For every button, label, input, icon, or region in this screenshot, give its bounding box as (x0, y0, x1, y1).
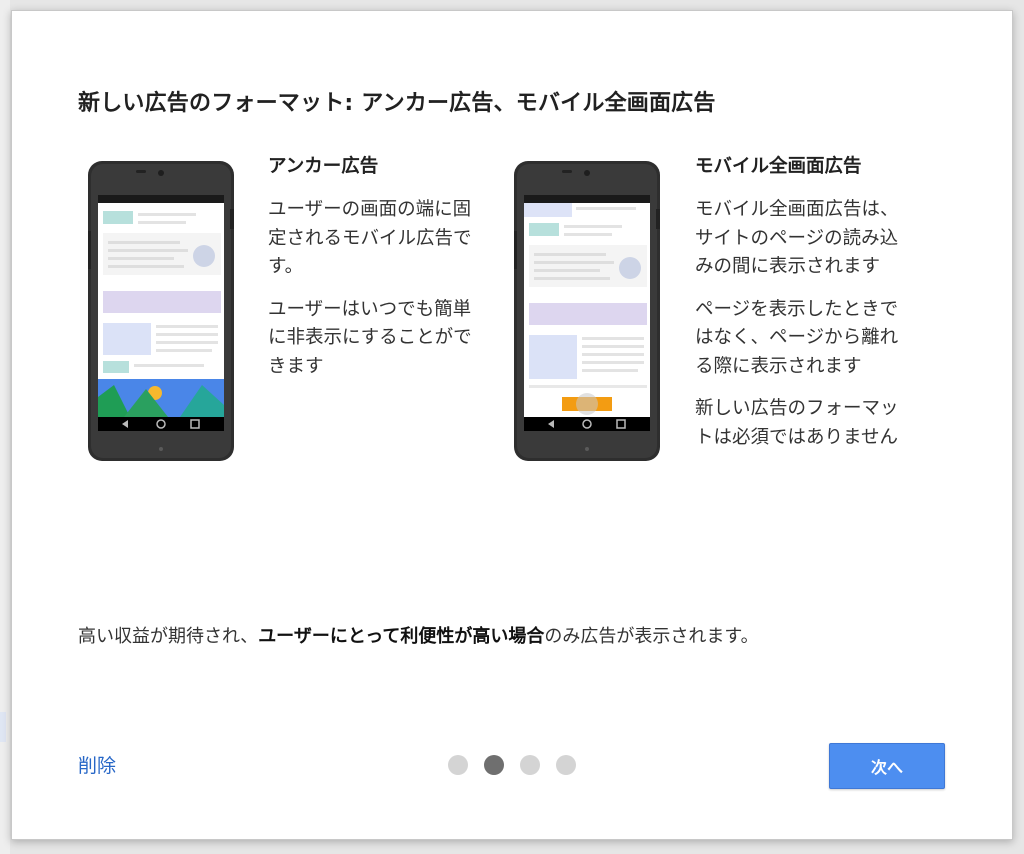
background-page-edge (0, 0, 10, 854)
pagination-dots (448, 755, 576, 775)
revenue-summary: 高い収益が期待され、ユーザーにとって利便性が高い場合のみ広告が表示されます。 (78, 623, 958, 651)
page-dot-4[interactable] (556, 755, 576, 775)
page-dot-3[interactable] (520, 755, 540, 775)
summary-suffix: のみ広告が表示されます。 (544, 626, 759, 647)
interstitial-ad-paragraph: 新しい広告のフォーマットは必須ではありません (695, 398, 899, 448)
interstitial-ad-paragraph: モバイル全画面広告は、サイトのページの読み込みの間に表示されます (695, 199, 899, 277)
new-ad-format-dialog: 新しい広告のフォーマット: アンカー広告、モバイル全画面広告 アンカー広告 ユー… (11, 10, 1013, 840)
next-button[interactable]: 次へ (829, 743, 945, 789)
anchor-ad-phone-illustration (88, 161, 234, 461)
dialog-title: 新しい広告のフォーマット: アンカー広告、モバイル全画面広告 (78, 91, 716, 116)
anchor-ad-paragraph: ユーザーの画面の端に固定されるモバイル広告です。 (268, 199, 472, 277)
anchor-ad-description: アンカー広告 ユーザーの画面の端に固定されるモバイル広告です。 ユーザーはいつで… (268, 152, 473, 395)
page-dot-2-active[interactable] (484, 755, 504, 775)
summary-emphasis: ユーザーにとって利便性が高い場合 (258, 626, 545, 647)
interstitial-ad-description: モバイル全画面広告 モバイル全画面広告は、サイトのページの読み込みの間に表示され… (695, 152, 900, 466)
summary-prefix: 高い収益が期待され、 (78, 626, 259, 647)
delete-link[interactable]: 削除 (78, 752, 116, 780)
interstitial-ad-heading: モバイル全画面広告 (695, 156, 862, 177)
background-highlight (0, 712, 6, 742)
interstitial-ad-paragraph: ページを表示したときではなく、ページから離れる際に表示されます (695, 298, 899, 377)
interstitial-ad-phone-illustration (514, 161, 660, 461)
anchor-ad-heading: アンカー広告 (268, 156, 379, 177)
anchor-ad-paragraph: ユーザーはいつでも簡単に非表示にすることができます (268, 298, 472, 377)
page-dot-1[interactable] (448, 755, 468, 775)
